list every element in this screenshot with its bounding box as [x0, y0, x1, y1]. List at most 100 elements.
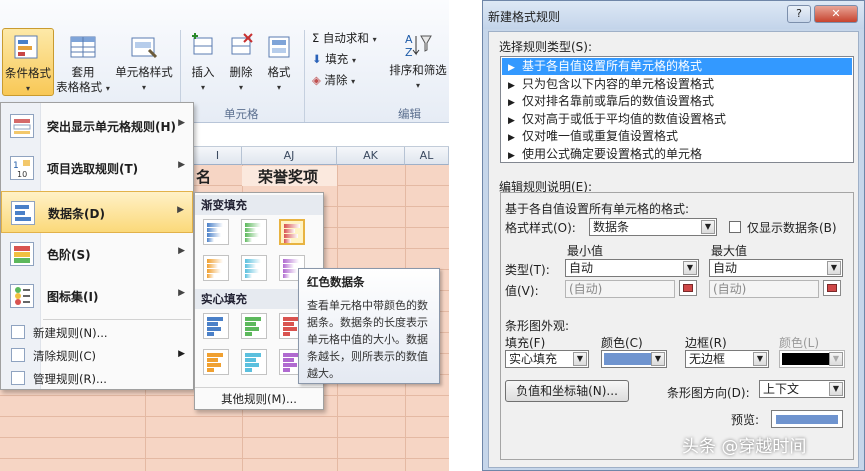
- menu-item-icon-sets[interactable]: 图标集(I) ▶: [1, 275, 193, 317]
- new-format-rule-dialog: 新建格式规则 ? ✕ 选择规则类型(S): ▶ 基于各自值设置所有单元格的格式 ▶ 只…: [482, 0, 865, 471]
- rule-type-text: 仅对排名靠前或靠后的数值设置格式: [522, 94, 715, 108]
- gradient-data-bar-swatch[interactable]: [241, 255, 267, 281]
- column-header-i[interactable]: I: [194, 147, 242, 165]
- rule-type-item[interactable]: ▶ 只为包含以下内容的单元格设置格式: [502, 76, 852, 93]
- type-label: 类型(T):: [505, 263, 550, 277]
- manage-rules-icon: [11, 371, 25, 385]
- chevron-down-icon: ▼: [753, 352, 767, 366]
- watermark: 头条 @穿越时间: [682, 437, 807, 457]
- sort-filter-button[interactable]: AZ 排序和筛选 ▾: [386, 30, 449, 93]
- format-label: 格式: [267, 65, 291, 79]
- max-label: 最大值: [711, 244, 748, 258]
- max-value-input[interactable]: (自动): [709, 280, 819, 298]
- delete-label: 删除: [229, 65, 253, 79]
- autosum-button[interactable]: Σ 自动求和 ▾: [312, 30, 377, 46]
- fill-type-select[interactable]: 实心填充 ▼: [505, 350, 589, 368]
- triangle-bullet-icon: ▶: [508, 150, 515, 161]
- solid-data-bar-swatch[interactable]: [203, 313, 229, 339]
- format-as-table-button[interactable]: 套用 表格格式 ▾: [56, 32, 110, 96]
- bar-direction-select[interactable]: 上下文 ▼: [759, 380, 845, 398]
- min-type-select[interactable]: 自动 ▼: [565, 259, 699, 277]
- delete-button[interactable]: 删除 ▾: [224, 32, 258, 95]
- menu-item-color-scales[interactable]: 色阶(S) ▶: [1, 233, 193, 275]
- chevron-right-icon: ▶: [178, 160, 185, 170]
- menu-item-highlight-cells[interactable]: 突出显示单元格规则(H) ▶: [1, 105, 193, 147]
- chevron-down-icon: ▾: [276, 83, 281, 92]
- rule-type-list[interactable]: ▶ 基于各自值设置所有单元格的格式 ▶ 只为包含以下内容的单元格设置格式 ▶ 仅对排名靠前…: [500, 56, 854, 163]
- menu-item-clear-rules[interactable]: 清除规则(C) ▶: [1, 344, 193, 366]
- column-header-ak[interactable]: AK: [337, 147, 405, 165]
- group-separator: [304, 30, 305, 122]
- highlight-cells-icon: [10, 114, 34, 138]
- negative-value-axis-button[interactable]: 负值和坐标轴(N)...: [505, 380, 629, 402]
- delete-cells-icon: [226, 32, 256, 62]
- rule-type-item[interactable]: ▶ 仅对高于或低于平均值的数值设置格式: [502, 111, 852, 128]
- triangle-bullet-icon: ▶: [508, 133, 515, 143]
- range-picker-icon[interactable]: [823, 280, 841, 296]
- menu-item-data-bars[interactable]: 数据条(D) ▶: [1, 191, 193, 233]
- fill-down-icon: ⬇: [312, 52, 322, 66]
- max-type-select[interactable]: 自动 ▼: [709, 259, 843, 277]
- conditional-formatting-label: 条件格式: [5, 66, 51, 80]
- rule-type-label: 选择规则类型(S):: [499, 40, 593, 54]
- menu-item-top-bottom[interactable]: 1 10 项目选取规则(T) ▶: [1, 147, 193, 189]
- rule-type-item[interactable]: ▶ 仅对排名靠前或靠后的数值设置格式: [502, 93, 852, 110]
- value-label: 值(V):: [505, 284, 539, 298]
- chevron-down-icon: ▾: [415, 81, 420, 90]
- column-header-al[interactable]: AL: [405, 147, 449, 165]
- chevron-right-icon: ▶: [178, 288, 185, 298]
- insert-button[interactable]: 插入 ▾: [186, 32, 220, 95]
- tooltip: 红色数据条 查看单元格中带颜色的数据条。数据条的长度表示单元格中值的大小。数据条…: [298, 268, 440, 384]
- close-button[interactable]: ✕: [814, 5, 858, 23]
- gradient-data-bar-swatch[interactable]: [241, 219, 267, 245]
- format-style-label: 格式样式(O):: [505, 221, 576, 235]
- other-rules-button[interactable]: 其他规则(M)...: [195, 387, 323, 409]
- min-label: 最小值: [567, 244, 604, 258]
- menu-label: 管理规则(R)...: [33, 372, 107, 386]
- solid-data-bar-swatch[interactable]: [203, 349, 229, 375]
- bar-color-label: 颜色(C): [601, 336, 643, 350]
- format-button[interactable]: 格式 ▾: [262, 32, 296, 95]
- conditional-formatting-button[interactable]: 条件格式 ▾: [2, 28, 54, 96]
- column-header-aj[interactable]: AJ: [242, 147, 337, 165]
- chevron-down-icon: ▼: [701, 220, 715, 234]
- show-bar-only-checkbox[interactable]: [729, 221, 741, 233]
- dialog-titlebar[interactable]: 新建格式规则 ? ✕: [483, 1, 864, 29]
- menu-label: 新建规则(N)...: [33, 326, 108, 340]
- icon-sets-icon: [10, 284, 34, 308]
- cell-text[interactable]: 荣誉奖项: [258, 166, 318, 187]
- cell-styles-button[interactable]: 单元格样式 ▾: [112, 32, 176, 95]
- fill-label: 填充(F): [505, 336, 546, 350]
- gradient-data-bar-swatch[interactable]: [203, 255, 229, 281]
- gradient-data-bar-swatch[interactable]: [279, 219, 305, 245]
- rule-type-item[interactable]: ▶ 使用公式确定要设置格式的单元格: [502, 146, 852, 163]
- bar-appearance-label: 条形图外观:: [505, 319, 570, 333]
- rule-type-item[interactable]: ▶ 基于各自值设置所有单元格的格式: [502, 58, 852, 75]
- fill-type-value: 实心填充: [509, 352, 558, 366]
- min-value-input[interactable]: (自动): [565, 280, 675, 298]
- clear-rules-icon: [11, 348, 25, 362]
- solid-data-bar-swatch[interactable]: [241, 349, 267, 375]
- help-button[interactable]: ?: [787, 5, 811, 23]
- rule-type-item[interactable]: ▶ 仅对唯一值或重复值设置格式: [502, 128, 852, 145]
- rule-type-text: 只为包含以下内容的单元格设置格式: [522, 76, 715, 91]
- fill-button[interactable]: ⬇ 填充 ▾: [312, 51, 356, 67]
- border-type-select[interactable]: 无边框 ▼: [685, 350, 769, 368]
- format-style-select[interactable]: 数据条 ▼: [589, 218, 717, 236]
- menu-item-manage-rules[interactable]: 管理规则(R)...: [1, 367, 193, 389]
- clear-button[interactable]: ◈ 清除 ▾: [312, 72, 355, 88]
- border-color-picker[interactable]: ▼: [779, 350, 845, 368]
- range-picker-icon[interactable]: [679, 280, 697, 296]
- table-format-icon: [68, 32, 98, 62]
- grid-row: [0, 459, 449, 471]
- chevron-down-icon: ▼: [829, 382, 843, 396]
- excel-window: 条件格式 ▾ 套用 表格格式 ▾ 单元格样式 ▾ 插入 ▾ 删除 ▾ 格式 ▾ …: [0, 0, 449, 471]
- cell-text[interactable]: 名: [196, 166, 211, 187]
- preview-box: [771, 410, 843, 428]
- solid-data-bar-swatch[interactable]: [241, 313, 267, 339]
- chevron-down-icon: ▼: [573, 352, 587, 366]
- gradient-data-bar-swatch[interactable]: [203, 219, 229, 245]
- group-edit-label: 编辑: [398, 107, 421, 121]
- menu-item-new-rule[interactable]: 新建规则(N)...: [1, 321, 193, 343]
- bar-color-picker[interactable]: ▼: [601, 350, 667, 368]
